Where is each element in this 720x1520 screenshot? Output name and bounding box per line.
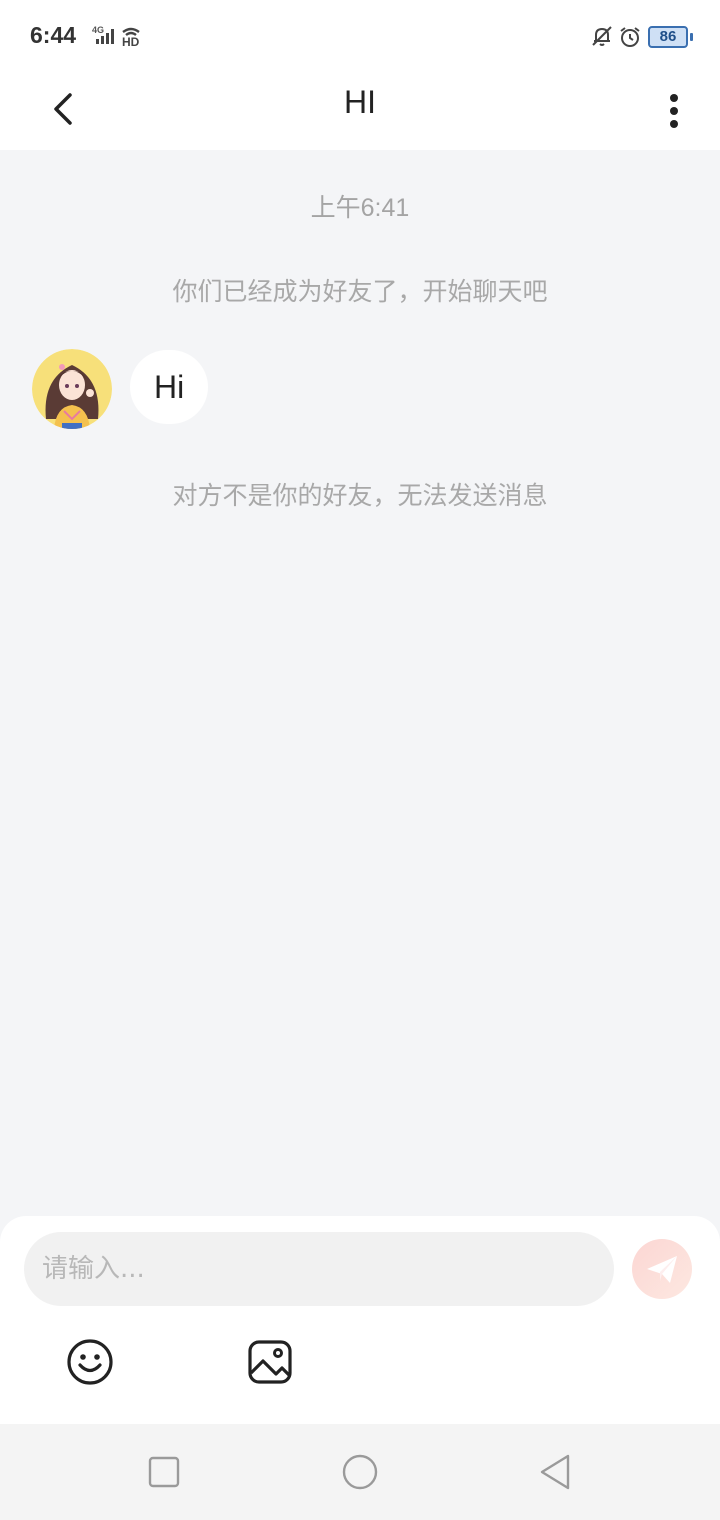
emoji-icon	[67, 1339, 113, 1385]
friend-added-notice: 你们已经成为好友了，开始聊天吧	[172, 277, 548, 306]
hd-icon: HD	[122, 35, 140, 48]
signal-icon: 4G HD	[82, 24, 144, 52]
home-icon	[342, 1454, 378, 1490]
back-icon	[540, 1454, 570, 1490]
send-button[interactable]	[632, 1239, 692, 1299]
system-nav-bar	[0, 1424, 720, 1520]
image-button[interactable]	[246, 1338, 294, 1386]
battery-icon: 86	[648, 26, 688, 48]
composer-panel	[0, 1216, 720, 1424]
message-input[interactable]	[24, 1232, 614, 1306]
message-bubble[interactable]: Hi	[130, 350, 209, 424]
page-title: HI	[344, 84, 376, 120]
more-vertical-icon	[670, 94, 678, 128]
mute-bell-icon	[590, 24, 614, 52]
alarm-icon	[618, 25, 642, 53]
network-label: 4G	[92, 25, 104, 35]
avatar-image	[32, 349, 112, 429]
emoji-button[interactable]	[66, 1338, 114, 1386]
recent-apps-icon	[148, 1456, 180, 1488]
home-button[interactable]	[340, 1452, 380, 1492]
recent-apps-button[interactable]	[144, 1452, 184, 1492]
chat-header: HI	[0, 72, 720, 150]
message-timestamp: 上午6:41	[310, 194, 410, 222]
status-bar: 6:44 4G HD 86	[0, 0, 720, 72]
more-button[interactable]	[654, 82, 694, 138]
contact-avatar[interactable]	[32, 349, 112, 429]
nav-back-button[interactable]	[536, 1452, 576, 1492]
paper-plane-icon	[647, 1256, 677, 1283]
battery-tip	[690, 33, 693, 41]
image-icon	[248, 1340, 292, 1384]
not-friend-notice: 对方不是你的好友，无法发送消息	[172, 481, 548, 510]
status-time: 6:44	[30, 22, 77, 48]
